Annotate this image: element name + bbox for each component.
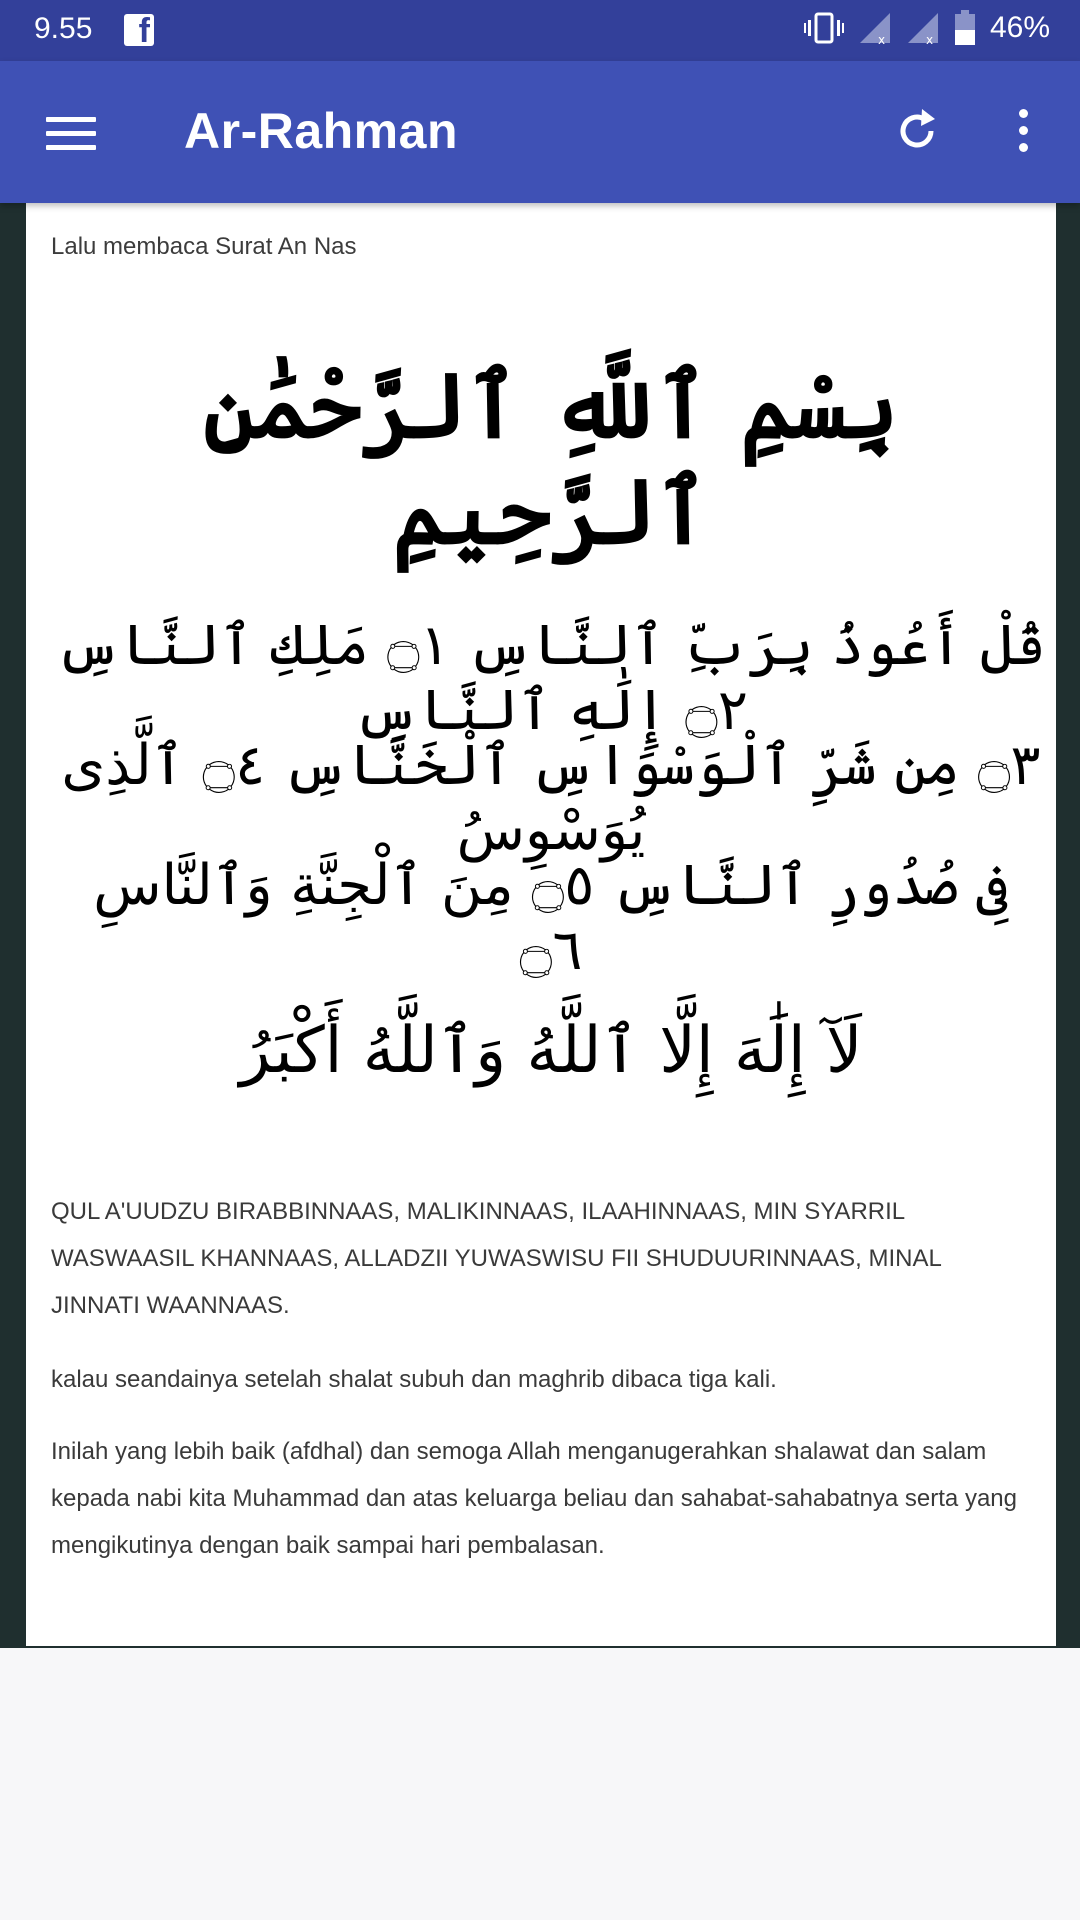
tahlil-takbir-text: لَآ إِلَٰهَ إِلَّا ٱللَّهُ وَٱللَّهُ أَك…	[239, 1014, 863, 1088]
repeat-note-paragraph: kalau seandainya setelah shalat subuh da…	[51, 1366, 777, 1393]
app-bar: Ar-Rahman	[0, 61, 1080, 203]
arabic-surah-image: بِسْمِ ٱللَّهِ ٱلرَّحْمَٰنِ ٱلرَّحِيمِ ق…	[56, 333, 1046, 1173]
battery-percent: 46%	[989, 11, 1050, 44]
signal-icon: x	[907, 13, 938, 45]
ayah-line: فِى صُدُورِ ٱلنَّاسِ ۝٥ مِنَ ٱلْجِنَّةِ …	[93, 853, 1009, 983]
webview: Lalu membaca Surat An Nas بِسْمِ ٱللَّهِ…	[0, 203, 1080, 1648]
page-title: Ar-Rahman	[184, 103, 458, 159]
status-bar: 9.55 f x x 46%	[0, 0, 1080, 61]
basmala-text: بِسْمِ ٱللَّهِ ٱلرَّحْمَٰنِ ٱلرَّحِيمِ	[203, 353, 899, 565]
battery-icon	[954, 10, 975, 45]
vibrate-icon	[803, 12, 844, 44]
intro-text: Lalu membaca Surat An Nas	[51, 233, 357, 260]
empty-area	[0, 1648, 1080, 1920]
svg-text:x: x	[926, 33, 933, 45]
ayah-line: ۝٣ مِن شَرِّ ٱلْوَسْوَاسِ ٱلْخَنَّاسِ ۝٤…	[61, 733, 1041, 863]
transliteration-paragraph: QUL A'UUDZU BIRABBINNAAS, MALIKINNAAS, I…	[51, 1198, 941, 1319]
status-time: 9.55	[34, 12, 93, 45]
article-content: Lalu membaca Surat An Nas بِسْمِ ٱللَّهِ…	[26, 203, 1056, 1646]
svg-text:x: x	[878, 33, 885, 45]
refresh-icon[interactable]	[893, 107, 941, 155]
status-icons: x x 46%	[803, 10, 1050, 46]
more-vertical-icon[interactable]	[1015, 109, 1031, 157]
closing-paragraph: Inilah yang lebih baik (afdhal) dan semo…	[51, 1438, 1017, 1559]
ayah-line: قُلْ أَعُوذُ بِرَبِّ ٱلنَّاسِ ۝١ مَلِكِ …	[55, 613, 1046, 743]
hamburger-menu-icon[interactable]	[46, 117, 96, 151]
facebook-icon: f	[124, 14, 154, 46]
signal-icon: x	[859, 13, 890, 45]
